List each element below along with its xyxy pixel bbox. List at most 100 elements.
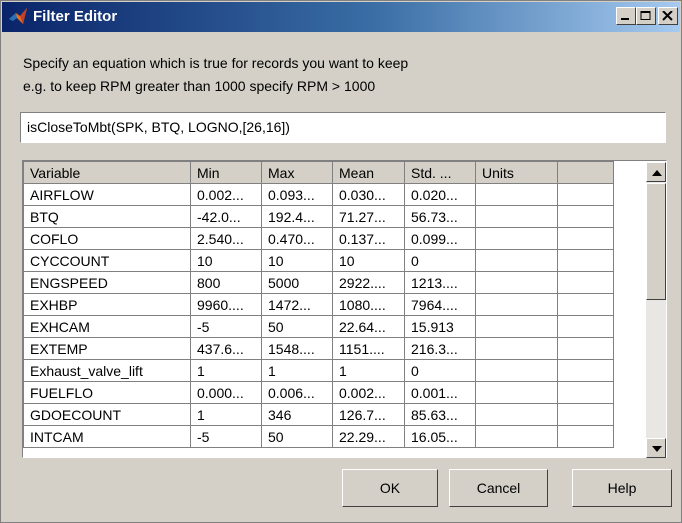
column-header-mean[interactable]: Mean: [332, 161, 405, 184]
cell-mean[interactable]: 2922....: [332, 271, 405, 294]
equation-input[interactable]: isCloseToMbt(SPK, BTQ, LOGNO,[26,16]): [20, 112, 666, 143]
column-header-variable[interactable]: Variable: [23, 161, 191, 184]
cell-min[interactable]: 1: [190, 403, 262, 426]
table-vertical-scrollbar[interactable]: [646, 162, 666, 458]
cell-units[interactable]: [475, 249, 558, 272]
cell-max[interactable]: 192.4...: [261, 205, 333, 228]
cell-variable[interactable]: CYCCOUNT: [23, 249, 191, 272]
cell-std[interactable]: 15.913: [404, 315, 476, 338]
cell-std[interactable]: 0.099...: [404, 227, 476, 250]
column-header-extra[interactable]: [557, 161, 614, 184]
cell-max[interactable]: 0.006...: [261, 381, 333, 404]
cell-extra[interactable]: [557, 425, 614, 448]
cell-units[interactable]: [475, 337, 558, 360]
cell-units[interactable]: [475, 381, 558, 404]
cell-std[interactable]: 85.63...: [404, 403, 476, 426]
column-header-std[interactable]: Std. ...: [404, 161, 476, 184]
table-row[interactable]: CYCCOUNT 10 10 10 0: [23, 249, 614, 272]
cell-std[interactable]: 0: [404, 359, 476, 382]
cell-mean[interactable]: 0.137...: [332, 227, 405, 250]
cell-variable[interactable]: EXTEMP: [23, 337, 191, 360]
cell-variable[interactable]: COFLO: [23, 227, 191, 250]
cell-std[interactable]: 0: [404, 249, 476, 272]
cell-min[interactable]: 800: [190, 271, 262, 294]
table-row[interactable]: AIRFLOW 0.002... 0.093... 0.030... 0.020...: [23, 183, 614, 206]
cell-max[interactable]: 50: [261, 315, 333, 338]
cell-mean[interactable]: 126.7...: [332, 403, 405, 426]
cell-extra[interactable]: [557, 315, 614, 338]
cell-std[interactable]: 0.001...: [404, 381, 476, 404]
cell-variable[interactable]: GDOECOUNT: [23, 403, 191, 426]
table-row[interactable]: INTCAM -5 50 22.29... 16.05...: [23, 425, 614, 448]
scroll-up-button[interactable]: [646, 162, 666, 182]
help-button[interactable]: Help: [572, 469, 672, 507]
cell-units[interactable]: [475, 205, 558, 228]
cell-extra[interactable]: [557, 293, 614, 316]
cell-units[interactable]: [475, 425, 558, 448]
table-row[interactable]: EXHBP 9960.... 1472... 1080.... 7964....: [23, 293, 614, 316]
cell-min[interactable]: 0.000...: [190, 381, 262, 404]
cell-min[interactable]: -5: [190, 315, 262, 338]
cell-extra[interactable]: [557, 271, 614, 294]
scroll-down-button[interactable]: [646, 438, 666, 458]
cell-max[interactable]: 1472...: [261, 293, 333, 316]
cell-extra[interactable]: [557, 183, 614, 206]
title-bar[interactable]: Filter Editor: [2, 2, 680, 32]
cell-min[interactable]: -42.0...: [190, 205, 262, 228]
cell-variable[interactable]: FUELFLO: [23, 381, 191, 404]
cell-min[interactable]: 437.6...: [190, 337, 262, 360]
cancel-button[interactable]: Cancel: [449, 469, 548, 507]
cell-units[interactable]: [475, 403, 558, 426]
cell-units[interactable]: [475, 227, 558, 250]
column-header-min[interactable]: Min: [190, 161, 262, 184]
cell-units[interactable]: [475, 293, 558, 316]
table-row[interactable]: FUELFLO 0.000... 0.006... 0.002... 0.001...: [23, 381, 614, 404]
cell-extra[interactable]: [557, 381, 614, 404]
cell-min[interactable]: 2.540...: [190, 227, 262, 250]
cell-variable[interactable]: BTQ: [23, 205, 191, 228]
cell-variable[interactable]: Exhaust_valve_lift: [23, 359, 191, 382]
cell-mean[interactable]: 0.002...: [332, 381, 405, 404]
cell-mean[interactable]: 1080....: [332, 293, 405, 316]
cell-variable[interactable]: INTCAM: [23, 425, 191, 448]
cell-max[interactable]: 50: [261, 425, 333, 448]
cell-max[interactable]: 1: [261, 359, 333, 382]
cell-mean[interactable]: 1151....: [332, 337, 405, 360]
cell-extra[interactable]: [557, 227, 614, 250]
cell-variable[interactable]: EXHCAM: [23, 315, 191, 338]
table-row[interactable]: EXHCAM -5 50 22.64... 15.913: [23, 315, 614, 338]
cell-max[interactable]: 0.093...: [261, 183, 333, 206]
cell-min[interactable]: 9960....: [190, 293, 262, 316]
cell-mean[interactable]: 71.27...: [332, 205, 405, 228]
cell-extra[interactable]: [557, 249, 614, 272]
maximize-button[interactable]: [636, 7, 656, 25]
table-row[interactable]: COFLO 2.540... 0.470... 0.137... 0.099...: [23, 227, 614, 250]
cell-units[interactable]: [475, 183, 558, 206]
column-header-max[interactable]: Max: [261, 161, 333, 184]
cell-min[interactable]: -5: [190, 425, 262, 448]
cell-std[interactable]: 216.3...: [404, 337, 476, 360]
column-header-units[interactable]: Units: [475, 161, 558, 184]
cell-mean[interactable]: 0.030...: [332, 183, 405, 206]
table-row[interactable]: ENGSPEED 800 5000 2922.... 1213....: [23, 271, 614, 294]
variable-table[interactable]: Variable Min Max Mean Std. ... Units AIR…: [22, 160, 667, 458]
cell-std[interactable]: 16.05...: [404, 425, 476, 448]
cell-extra[interactable]: [557, 337, 614, 360]
cell-max[interactable]: 0.470...: [261, 227, 333, 250]
cell-units[interactable]: [475, 271, 558, 294]
cell-mean[interactable]: 1: [332, 359, 405, 382]
close-button[interactable]: [658, 7, 678, 25]
cell-extra[interactable]: [557, 205, 614, 228]
cell-std[interactable]: 1213....: [404, 271, 476, 294]
cell-extra[interactable]: [557, 403, 614, 426]
scroll-thumb[interactable]: [646, 183, 666, 300]
cell-max[interactable]: 1548....: [261, 337, 333, 360]
cell-max[interactable]: 10: [261, 249, 333, 272]
cell-std[interactable]: 56.73...: [404, 205, 476, 228]
cell-mean[interactable]: 22.64...: [332, 315, 405, 338]
cell-mean[interactable]: 22.29...: [332, 425, 405, 448]
cell-units[interactable]: [475, 315, 558, 338]
cell-units[interactable]: [475, 359, 558, 382]
cell-std[interactable]: 7964....: [404, 293, 476, 316]
cell-variable[interactable]: ENGSPEED: [23, 271, 191, 294]
